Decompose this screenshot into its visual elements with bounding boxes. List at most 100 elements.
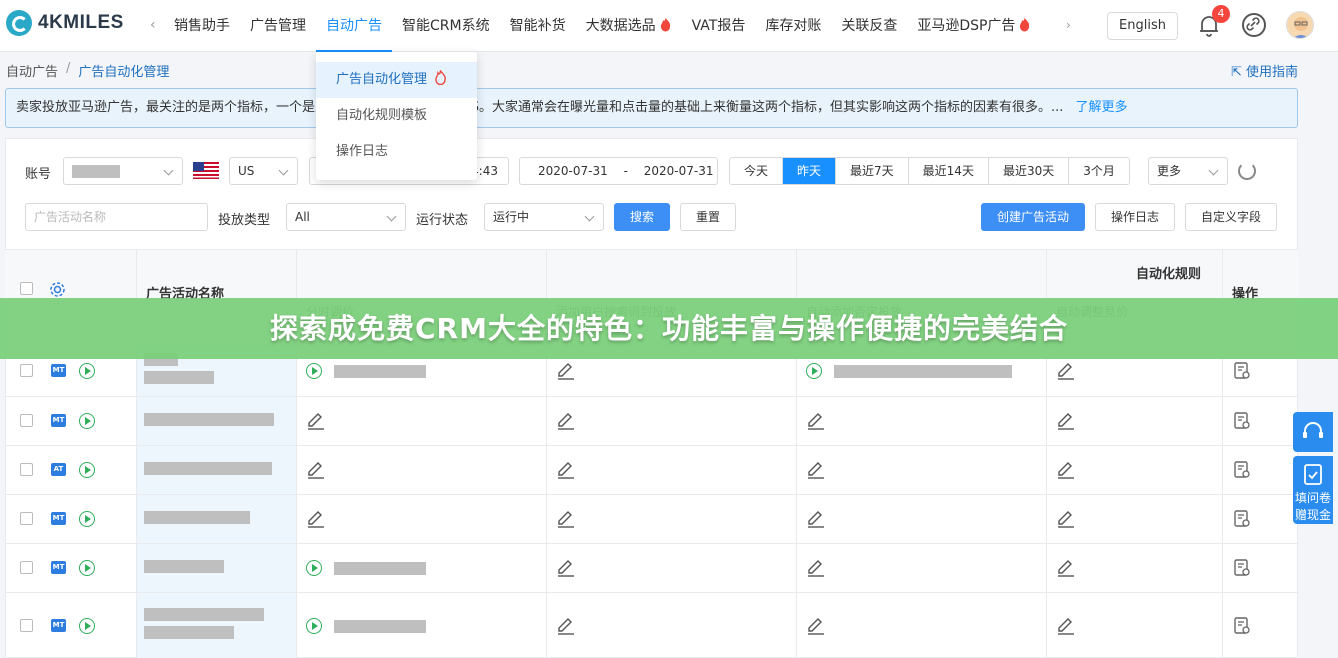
operation-log-icon[interactable] [1234,411,1250,430]
campaign-name-redacted[interactable] [144,625,234,639]
play-status-icon[interactable] [79,510,95,527]
edit-icon[interactable] [1056,362,1076,380]
quick-range-option[interactable]: 昨天 [783,158,837,184]
row-checkbox[interactable] [20,618,33,632]
play-status-icon[interactable] [306,617,322,634]
operation-log-icon[interactable] [1234,558,1250,577]
campaign-name-redacted[interactable] [144,510,250,524]
menu-item-rule-templates[interactable]: 自动化规则模板 [316,98,477,134]
edit-icon[interactable] [556,461,576,479]
edit-icon[interactable] [556,412,576,430]
nav-item[interactable]: 销售助手 [164,0,240,52]
operation-log-icon[interactable] [1234,362,1250,380]
edit-icon[interactable] [556,617,576,635]
menu-item-operation-log[interactable]: 操作日志 [316,134,477,170]
operation-log-icon[interactable] [1234,460,1250,479]
refresh-icon[interactable] [1238,162,1256,180]
nav-item[interactable]: 智能补货 [500,0,576,52]
nav-item[interactable]: 关联反查 [831,0,907,52]
play-status-icon[interactable] [306,559,322,576]
operation-log-button[interactable]: 操作日志 [1095,203,1175,231]
nav-item[interactable]: 亚马逊DSP广告 [907,0,1041,52]
play-status-icon[interactable] [79,559,95,576]
create-campaign-button[interactable]: 创建广告活动 [981,203,1085,231]
edit-icon[interactable] [1056,461,1076,479]
logo-text: 4KMILES [38,12,124,33]
edit-icon[interactable] [1056,617,1076,635]
row-checkbox[interactable] [20,413,33,427]
nav-item[interactable]: 广告管理 [240,0,316,52]
campaign-name-redacted[interactable] [144,461,272,475]
campaign-name-redacted[interactable] [144,559,224,573]
more-ranges-select[interactable]: 更多 [1148,157,1228,185]
campaign-name-redacted[interactable] [144,412,274,426]
date-range-picker[interactable]: 2020-07-31 - 2020-07-31 [519,157,718,185]
edit-icon[interactable] [1056,510,1076,528]
nav-item-label: 自动广告 [326,18,382,34]
nav-item[interactable]: VAT报告 [682,0,756,52]
row-checkbox[interactable] [20,511,33,525]
operation-log-icon[interactable] [1234,616,1250,635]
logo-mark-icon [6,10,32,36]
campaign-name-redacted[interactable] [144,607,264,621]
quick-range-option[interactable]: 3个月 [1069,158,1129,184]
nav-item[interactable]: 自动广告 [316,0,392,52]
language-button[interactable]: English [1107,12,1178,40]
link-icon[interactable] [1242,13,1266,37]
edit-icon[interactable] [806,412,826,430]
quick-range-option[interactable]: 最近30天 [988,158,1070,184]
main-nav: 销售助手 广告管理 自动广告 智能CRM系统 智能补货 大数据选品 VAT报告 库存对账 关联反… [164,0,1041,52]
edit-icon[interactable] [306,412,326,430]
select-all-checkbox[interactable] [20,282,33,295]
gear-icon[interactable] [49,281,66,298]
breadcrumb-root[interactable]: 自动广告 [6,61,58,80]
custom-fields-button[interactable]: 自定义字段 [1185,203,1277,231]
row-divider [5,396,1298,397]
row-checkbox[interactable] [20,364,33,377]
reset-button[interactable]: 重置 [680,203,736,231]
campaign-name-redacted[interactable] [144,371,214,384]
row-checkbox[interactable] [20,462,33,476]
operation-log-icon[interactable] [1234,509,1250,528]
quick-range-option[interactable]: 今天 [730,158,784,184]
placement-type-value: All [295,210,310,224]
user-avatar[interactable] [1286,11,1314,39]
user-guide-link[interactable]: ⇱ 使用指南 [1231,61,1298,80]
quick-range-option[interactable]: 最近7天 [836,158,909,184]
nav-item[interactable]: 智能CRM系统 [392,0,500,52]
placement-type-select[interactable]: All [286,203,406,231]
quick-range-option[interactable]: 最近14天 [908,158,989,184]
run-status-select[interactable]: 运行中 [484,203,604,231]
nav-scroll-left-icon[interactable]: ‹ [150,17,156,33]
play-status-icon[interactable] [79,412,95,429]
account-select[interactable] [63,157,183,185]
edit-icon[interactable] [1056,412,1076,430]
edit-icon[interactable] [1056,559,1076,577]
edit-icon[interactable] [556,510,576,528]
learn-more-link[interactable]: 了解更多 [1076,100,1128,115]
campaign-name-input[interactable]: 广告活动名称 [25,203,208,231]
play-status-icon[interactable] [79,363,95,379]
edit-icon[interactable] [806,617,826,635]
nav-item[interactable]: 大数据选品 [576,0,682,52]
edit-icon[interactable] [556,559,576,577]
edit-icon[interactable] [556,362,576,380]
survey-cash-button[interactable]: 填问卷 赠现金 [1293,456,1333,524]
edit-icon[interactable] [306,510,326,528]
app-logo[interactable]: 4KMILES [6,10,124,36]
nav-item[interactable]: 库存对账 [755,0,831,52]
customer-service-button[interactable] [1293,412,1333,452]
play-status-icon[interactable] [79,461,95,478]
play-status-icon[interactable] [79,617,95,634]
edit-icon[interactable] [306,461,326,479]
edit-icon[interactable] [806,461,826,479]
play-status-icon[interactable] [306,363,322,379]
edit-icon[interactable] [806,559,826,577]
search-button[interactable]: 搜索 [614,203,670,231]
row-checkbox[interactable] [20,560,33,574]
menu-item-ad-automation[interactable]: 广告自动化管理 [316,62,477,98]
edit-icon[interactable] [806,510,826,528]
nav-scroll-right-icon[interactable]: › [1066,18,1071,32]
play-status-icon[interactable] [806,363,822,379]
marketplace-select[interactable]: US [229,157,298,185]
